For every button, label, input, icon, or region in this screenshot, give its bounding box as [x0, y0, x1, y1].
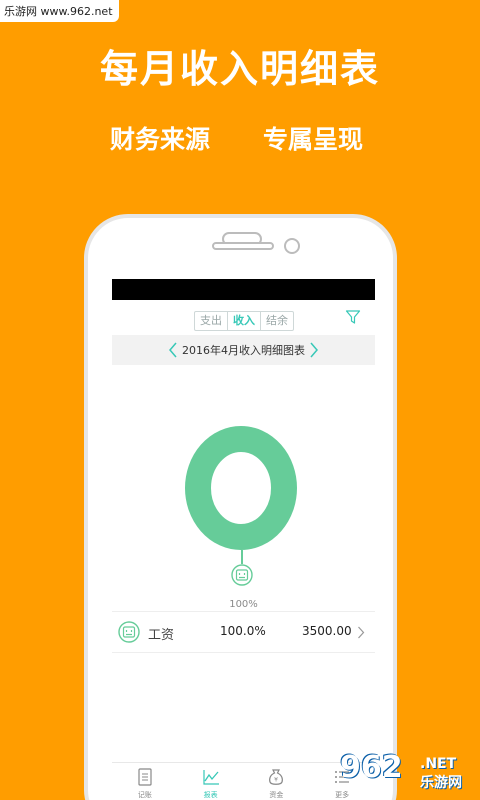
promo-sub-right: 专属呈现 [263, 125, 364, 154]
money-bag-icon: ¥ [269, 769, 284, 785]
phone-camera [284, 238, 300, 254]
row-category-name: 工资 [148, 628, 175, 643]
status-bar [112, 279, 375, 300]
phone-speaker-slot [212, 242, 274, 250]
type-segmented-control: 支出 收入 结余 [194, 311, 294, 331]
brand-domain: .NET [420, 756, 457, 772]
row-percent: 100.0% [220, 624, 266, 638]
report-title-bar: 2016年4月收入明细图表 [112, 335, 375, 365]
tab-label: 资金 [269, 791, 284, 799]
income-donut-chart[interactable] [184, 425, 298, 551]
brand-watermark: 962 .NET 乐游网 [340, 750, 476, 794]
promo-sub-left: 财务来源 [110, 125, 211, 154]
phone-frame: 支出 收入 结余 2016年4月收入明细图表 100% 工资 100.0% 35… [84, 214, 397, 800]
watermark-badge: 乐游网 www.962.net [0, 0, 119, 22]
segment-balance[interactable]: 结余 [260, 312, 293, 330]
chart-pointer-line [241, 550, 243, 564]
notebook-icon [138, 768, 152, 786]
donut-slice-0[interactable] [185, 426, 297, 550]
tab-funds[interactable]: ¥ 资金 [244, 763, 310, 799]
brand-number: 962 [340, 750, 403, 785]
salary-category-icon [118, 621, 140, 643]
promo-headline: 每月收入明细表 [99, 47, 380, 91]
chevron-right-icon[interactable] [309, 342, 319, 358]
app-screen: 支出 收入 结余 2016年4月收入明细图表 100% 工资 100.0% 35… [112, 279, 375, 799]
row-amount: 3500.00 [302, 624, 352, 638]
bottom-tab-bar: 记账 报表 ¥ 资金 更多 [112, 762, 375, 799]
income-category-row[interactable]: 工资 100.0% 3500.00 [112, 611, 375, 653]
chevron-right-icon [358, 626, 365, 639]
tab-reports[interactable]: 报表 [178, 763, 244, 799]
segment-expense[interactable]: 支出 [195, 312, 227, 330]
segment-income[interactable]: 收入 [227, 312, 260, 330]
svg-text:¥: ¥ [274, 777, 278, 784]
brand-name: 乐游网 [420, 775, 462, 791]
tab-label: 报表 [203, 791, 218, 799]
chevron-left-icon[interactable] [168, 342, 178, 358]
filter-icon[interactable] [345, 309, 361, 325]
line-chart-icon [203, 770, 219, 785]
chart-percent-label: 100% [229, 599, 258, 610]
salary-category-icon [231, 564, 253, 586]
tab-bookkeeping[interactable]: 记账 [112, 763, 178, 799]
tab-label: 记账 [137, 791, 152, 799]
report-title: 2016年4月收入明细图表 [182, 344, 305, 357]
